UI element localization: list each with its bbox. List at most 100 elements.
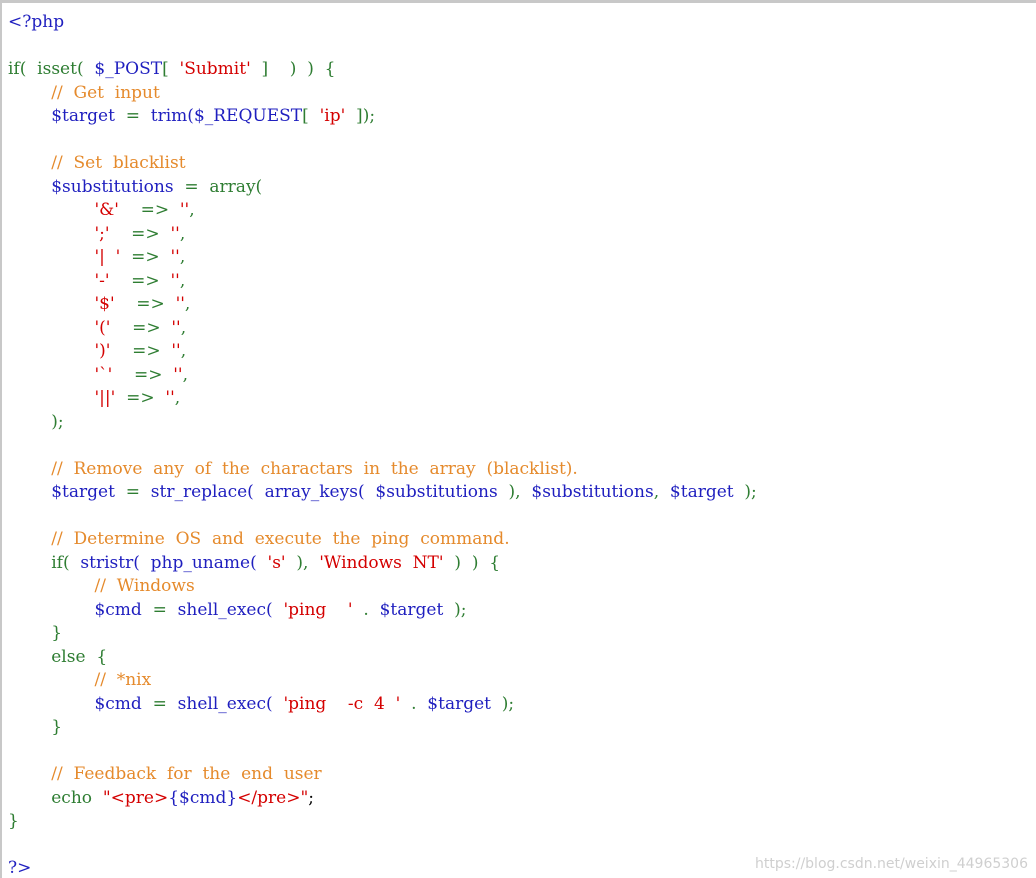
code-token: ,: [184, 294, 191, 314]
code-token: $target: [427, 693, 491, 714]
code-token: ,: [179, 223, 186, 244]
code-token: // Set blacklist: [51, 153, 186, 173]
code-token: // Windows: [94, 576, 195, 596]
code-token: );: [443, 599, 467, 620]
code-token: 'Windows NT': [319, 552, 444, 573]
code-viewer: <?php if( isset( $_POST[ 'Submit' ] ) ) …: [0, 0, 1036, 878]
code-token: );: [733, 482, 757, 502]
code-token: );: [490, 693, 515, 714]
code-line: '$' => '',: [8, 293, 757, 317]
code-token: $target: [51, 106, 115, 126]
code-line: // Get input: [8, 82, 757, 106]
watermark: https://blog.csdn.net/weixin_44965306: [754, 856, 1028, 872]
code-line: $substitutions = array(: [8, 176, 757, 200]
code-token: ) ) {: [443, 552, 501, 573]
code-token: ] ) ) {: [250, 59, 336, 79]
code-line: if( isset( $_POST[ 'Submit' ] ) ) {: [8, 58, 757, 82]
code-token: 'ping ': [283, 599, 353, 620]
code-token: = array(: [173, 176, 263, 197]
code-token: 'ip': [319, 106, 346, 126]
code-line: // Set blacklist: [8, 152, 757, 176]
code-token: =: [114, 482, 151, 502]
code-token: =: [114, 106, 151, 126]
code-token: $target: [669, 482, 734, 502]
code-token: shell_exec(: [177, 599, 284, 620]
code-token: =>: [112, 364, 174, 385]
code-line: }: [8, 716, 757, 740]
code-token: }: [8, 717, 63, 737]
code-token: '| ': [94, 247, 121, 267]
code-token: $target: [51, 482, 115, 502]
code-token: [: [162, 59, 180, 79]
code-token: }: [8, 623, 63, 643]
code-line: // Determine OS and execute the ping com…: [8, 528, 757, 552]
code-token: '&': [94, 200, 119, 220]
code-token: '': [170, 223, 180, 244]
code-token: if(: [51, 552, 81, 573]
code-token: // Remove any of the charactars in the a…: [51, 458, 578, 479]
code-token: =>: [120, 247, 171, 267]
code-line: '&' => '',: [8, 199, 757, 223]
code-token: str_replace( array_keys(: [150, 482, 376, 502]
code-token: '$': [94, 294, 115, 314]
php-source-code: <?php if( isset( $_POST[ 'Submit' ] ) ) …: [8, 11, 757, 878]
code-token: =>: [110, 341, 172, 361]
code-token: ),: [285, 552, 320, 573]
code-token: // *nix: [94, 670, 152, 690]
code-line: }: [8, 622, 757, 646]
code-token: ,: [189, 200, 195, 220]
code-line: echo "<pre>{$cmd}</pre>";: [8, 787, 757, 811]
code-token: $substitutions: [375, 482, 498, 502]
code-token: '': [170, 270, 180, 291]
code-token: ]);: [345, 106, 376, 126]
code-token: =>: [114, 294, 176, 314]
code-token: else {: [8, 646, 108, 667]
code-token: .: [352, 599, 380, 620]
code-token: <?php: [8, 12, 65, 32]
code-token: {$cmd}: [168, 787, 238, 808]
code-token: $_REQUEST: [193, 106, 303, 126]
code-line: '`' => '',: [8, 364, 757, 388]
code-token: ),: [497, 482, 532, 502]
code-token: "<pre>: [102, 787, 169, 808]
code-token: '': [173, 364, 183, 385]
code-token: stristr( php_uname(: [80, 552, 268, 573]
code-token: ;: [308, 787, 315, 808]
code-token: echo: [51, 787, 103, 808]
code-token: '(': [94, 317, 111, 338]
code-token: ')': [94, 341, 111, 361]
code-line: ')' => '',: [8, 340, 757, 364]
code-line: $target = trim($_REQUEST[ 'ip' ]);: [8, 105, 757, 129]
code-token: ,: [179, 270, 186, 291]
code-line: ?>: [8, 857, 757, 878]
code-token: 'Submit': [179, 59, 251, 79]
code-line: '| ' => '',: [8, 246, 757, 270]
code-token: ,: [182, 364, 189, 385]
code-line: '-' => '',: [8, 270, 757, 294]
code-token: =>: [115, 388, 166, 408]
code-line: else {: [8, 646, 757, 670]
code-token: '': [171, 317, 181, 338]
code-token: }: [8, 811, 19, 831]
code-token: ,: [174, 388, 181, 408]
code-line: <?php: [8, 11, 757, 35]
code-token: '`': [94, 364, 113, 385]
code-line: // Feedback for the end user: [8, 763, 757, 787]
code-token: .: [400, 693, 428, 714]
